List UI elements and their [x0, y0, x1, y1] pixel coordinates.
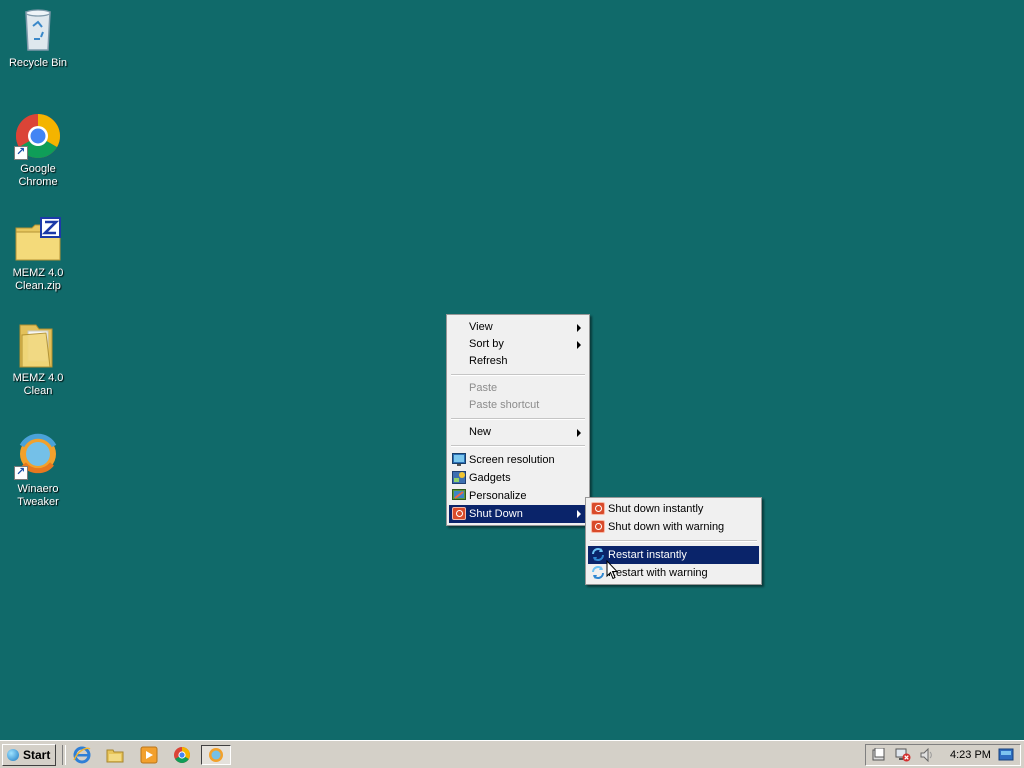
menu-item-refresh[interactable]: Refresh — [449, 353, 587, 370]
media-player-icon[interactable] — [140, 746, 158, 764]
desktop-icon-label: Winaero Tweaker — [17, 483, 59, 508]
system-tray: 4:23 PM — [865, 744, 1021, 766]
recycle-bin-icon — [14, 6, 62, 54]
mouse-cursor-icon — [606, 560, 618, 580]
show-desktop-icon[interactable] — [998, 748, 1014, 762]
desktop-icon-winaero-tweaker[interactable]: Winaero Tweaker — [0, 432, 76, 509]
taskbar: Start 4:23 PM — [0, 740, 1024, 768]
menu-item-label: Shut Down — [469, 508, 523, 520]
submenu-arrow-icon — [577, 429, 581, 437]
desktop-icon-google-chrome[interactable]: Google Chrome — [0, 112, 76, 189]
windows-orb-icon — [7, 749, 19, 761]
desktop-context-menu: View Sort by Refresh Paste Paste shortcu… — [446, 314, 590, 526]
desktop-icon-memz-folder[interactable]: MEMZ 4.0 Clean — [0, 321, 76, 398]
menu-item-paste-shortcut[interactable]: Paste shortcut — [449, 397, 587, 414]
power-icon — [591, 502, 605, 515]
menu-item-label: View — [469, 321, 493, 333]
desktop-icon-memz-zip[interactable]: MEMZ 4.0 Clean.zip — [0, 216, 76, 293]
chrome-icon — [14, 112, 62, 160]
menu-separator — [451, 445, 585, 447]
menu-item-label: Screen resolution — [469, 454, 555, 466]
shortcut-arrow-icon — [14, 145, 28, 160]
menu-item-paste[interactable]: Paste — [449, 380, 587, 397]
submenu-item-shut-down-instantly[interactable]: Shut down instantly — [588, 500, 759, 518]
shortcut-arrow-icon — [14, 465, 28, 480]
screen-resolution-icon — [452, 453, 466, 466]
start-label: Start — [23, 748, 51, 762]
network-error-icon[interactable] — [895, 748, 911, 762]
winaero-tweaker-icon — [209, 748, 223, 762]
menu-item-label: Shut down with warning — [608, 521, 725, 533]
menu-item-label: Refresh — [469, 355, 508, 367]
menu-item-label: Sort by — [469, 338, 504, 350]
internet-explorer-icon[interactable] — [73, 746, 91, 764]
folder-icon — [14, 321, 62, 369]
desktop-icon-label: Recycle Bin — [8, 57, 68, 69]
winaero-tweaker-icon — [14, 432, 62, 480]
power-icon — [591, 520, 605, 533]
menu-item-new[interactable]: New — [449, 424, 587, 441]
menu-item-sort-by[interactable]: Sort by — [449, 336, 587, 353]
power-icon — [452, 507, 466, 520]
menu-item-label: Restart with warning — [608, 567, 708, 579]
submenu-item-shut-down-with-warning[interactable]: Shut down with warning — [588, 518, 759, 536]
menu-item-label: Paste — [469, 382, 498, 394]
zip-folder-icon — [14, 216, 62, 264]
restart-icon — [591, 548, 605, 561]
desktop[interactable]: Recycle Bin Google Chrome M — [0, 0, 1024, 740]
file-explorer-icon[interactable] — [106, 746, 124, 764]
personalize-icon — [452, 489, 466, 502]
submenu-arrow-icon — [577, 341, 581, 349]
desktop-icon-label: MEMZ 4.0 Clean.zip — [12, 267, 64, 292]
restart-icon — [591, 566, 605, 579]
submenu-arrow-icon — [577, 510, 581, 518]
menu-item-label: Paste shortcut — [469, 399, 540, 411]
action-center-icon[interactable] — [871, 747, 887, 762]
gadgets-icon — [452, 471, 466, 484]
menu-item-label: Shut down instantly — [608, 503, 704, 515]
menu-item-gadgets[interactable]: Gadgets — [449, 469, 587, 487]
menu-item-label: Gadgets — [469, 472, 511, 484]
menu-separator — [451, 418, 585, 420]
menu-item-view[interactable]: View — [449, 319, 587, 336]
menu-separator — [451, 374, 585, 376]
volume-icon[interactable] — [919, 747, 935, 763]
taskbar-clock[interactable]: 4:23 PM — [950, 745, 991, 765]
desktop-icon-recycle-bin[interactable]: Recycle Bin — [0, 6, 76, 70]
desktop-icon-label: Google Chrome — [18, 163, 58, 188]
winaero-tweaker-taskbar-button[interactable] — [201, 745, 231, 765]
menu-item-screen-resolution[interactable]: Screen resolution — [449, 451, 587, 469]
taskbar-separator — [62, 745, 66, 765]
menu-item-personalize[interactable]: Personalize — [449, 487, 587, 505]
chrome-icon[interactable] — [173, 746, 191, 764]
menu-separator — [590, 540, 757, 542]
desktop-icon-label: MEMZ 4.0 Clean — [12, 372, 64, 397]
start-button[interactable]: Start — [2, 744, 56, 766]
submenu-arrow-icon — [577, 324, 581, 332]
menu-item-label: Restart instantly — [608, 549, 687, 561]
menu-item-label: Personalize — [469, 490, 527, 502]
menu-item-label: New — [469, 426, 492, 438]
menu-item-shut-down[interactable]: Shut Down — [449, 505, 587, 523]
